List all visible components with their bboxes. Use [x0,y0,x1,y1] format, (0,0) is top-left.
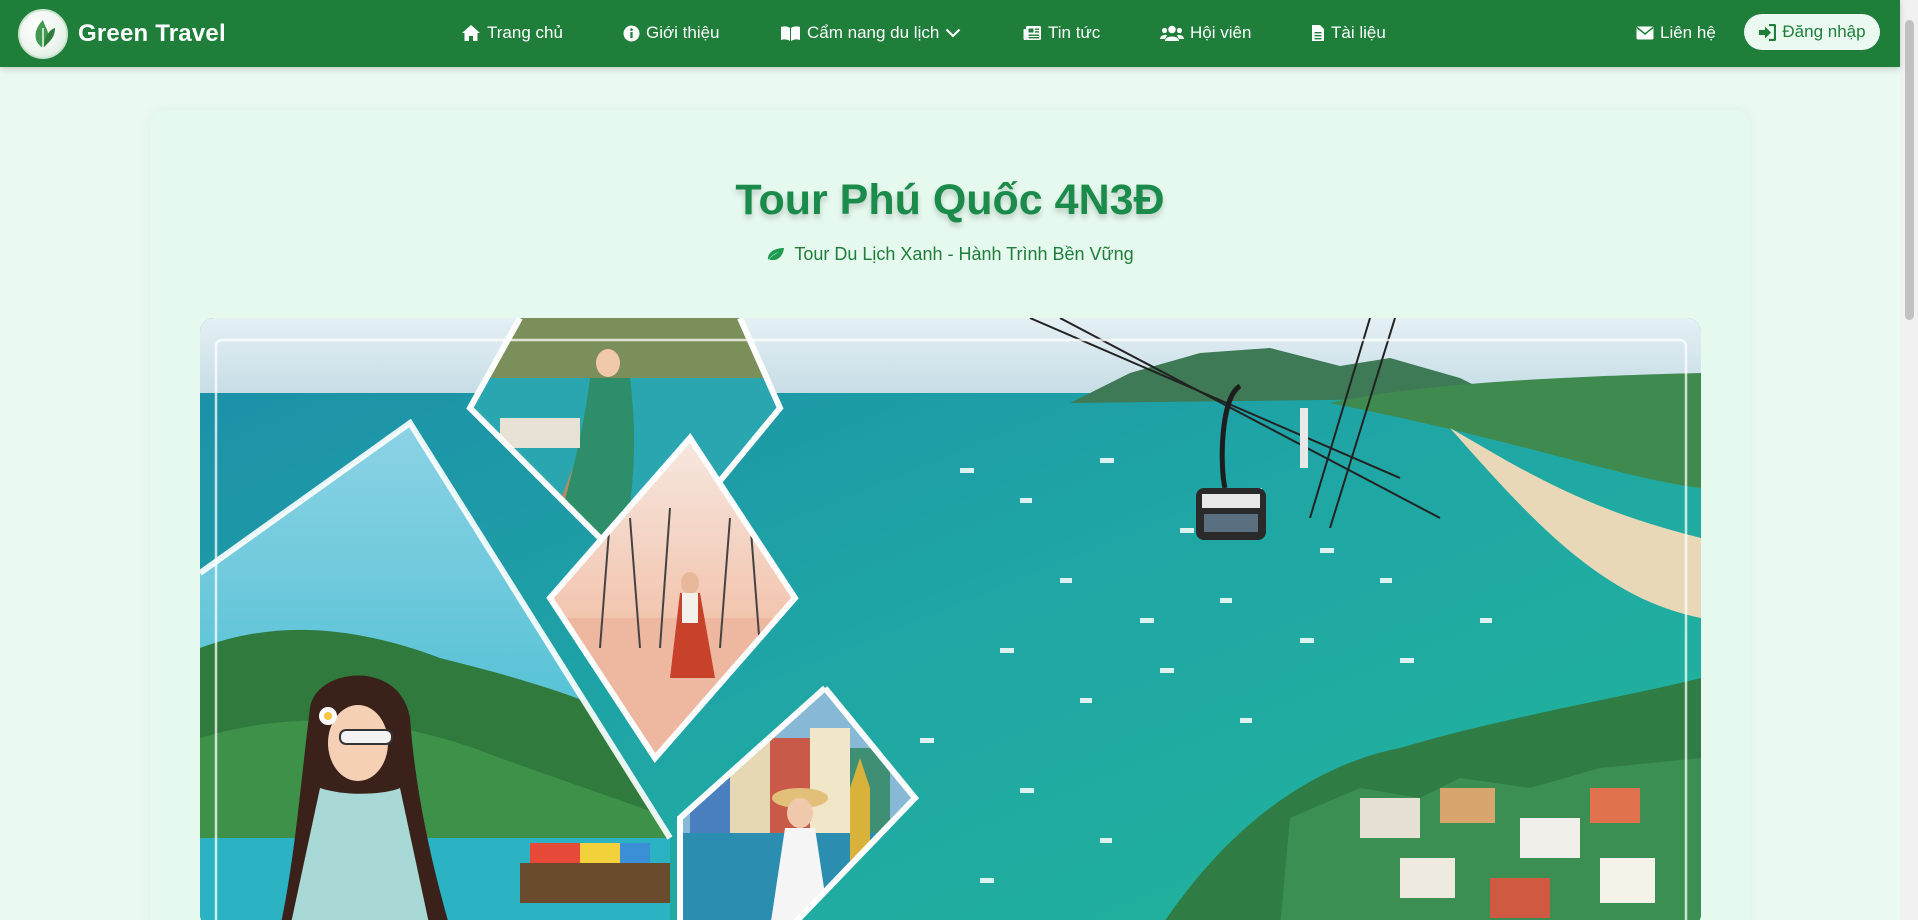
nav-about[interactable]: Giới thiệu [623,20,720,46]
scrollbar-thumb[interactable] [1905,20,1914,320]
page-subtitle: Tour Du Lịch Xanh - Hành Trình Bền Vững [0,244,1900,265]
envelope-icon [1636,26,1654,40]
book-open-icon [781,25,800,41]
nav-news[interactable]: Tin tức [1023,20,1100,46]
leaf-icon [768,248,785,261]
login-button-label: Đăng nhập [1782,22,1866,41]
nav-contact[interactable]: Liên hệ [1636,20,1716,46]
nav-handbook-label: Cẩm nang du lịch [807,23,940,42]
nav-home-label: Trang chủ [487,23,563,42]
page-scrollbar[interactable] [1900,0,1918,920]
nav-about-label: Giới thiệu [646,23,720,42]
nav-documents-label: Tài liệu [1331,23,1386,42]
login-button[interactable]: Đăng nhập [1744,14,1880,50]
chevron-down-icon [946,28,961,38]
tour-hero-image [200,318,1701,920]
nav-contact-label: Liên hệ [1660,23,1716,42]
file-icon [1312,25,1324,41]
nav-home[interactable]: Trang chủ [461,20,563,46]
brand-name: Green Travel [78,20,226,47]
nav-members-label: Hội viên [1190,23,1252,42]
users-icon [1160,25,1184,41]
page-subtitle-text: Tour Du Lịch Xanh - Hành Trình Bền Vững [794,244,1134,264]
nav-members[interactable]: Hội viên [1160,20,1251,46]
nav-handbook[interactable]: Cẩm nang du lịch [780,20,961,46]
newspaper-icon [1023,26,1041,40]
leaf-logo-icon [18,9,68,59]
brand-link[interactable]: Green Travel [18,9,226,59]
top-navbar: Green Travel Trang chủ Giới thiệu Cẩm na… [0,0,1900,67]
nav-news-label: Tin tức [1048,23,1101,42]
nav-documents[interactable]: Tài liệu [1311,20,1386,46]
info-circle-icon [623,25,640,41]
page-title: Tour Phú Quốc 4N3Đ [735,176,1165,224]
home-icon [462,25,480,41]
sign-in-icon [1759,23,1777,41]
